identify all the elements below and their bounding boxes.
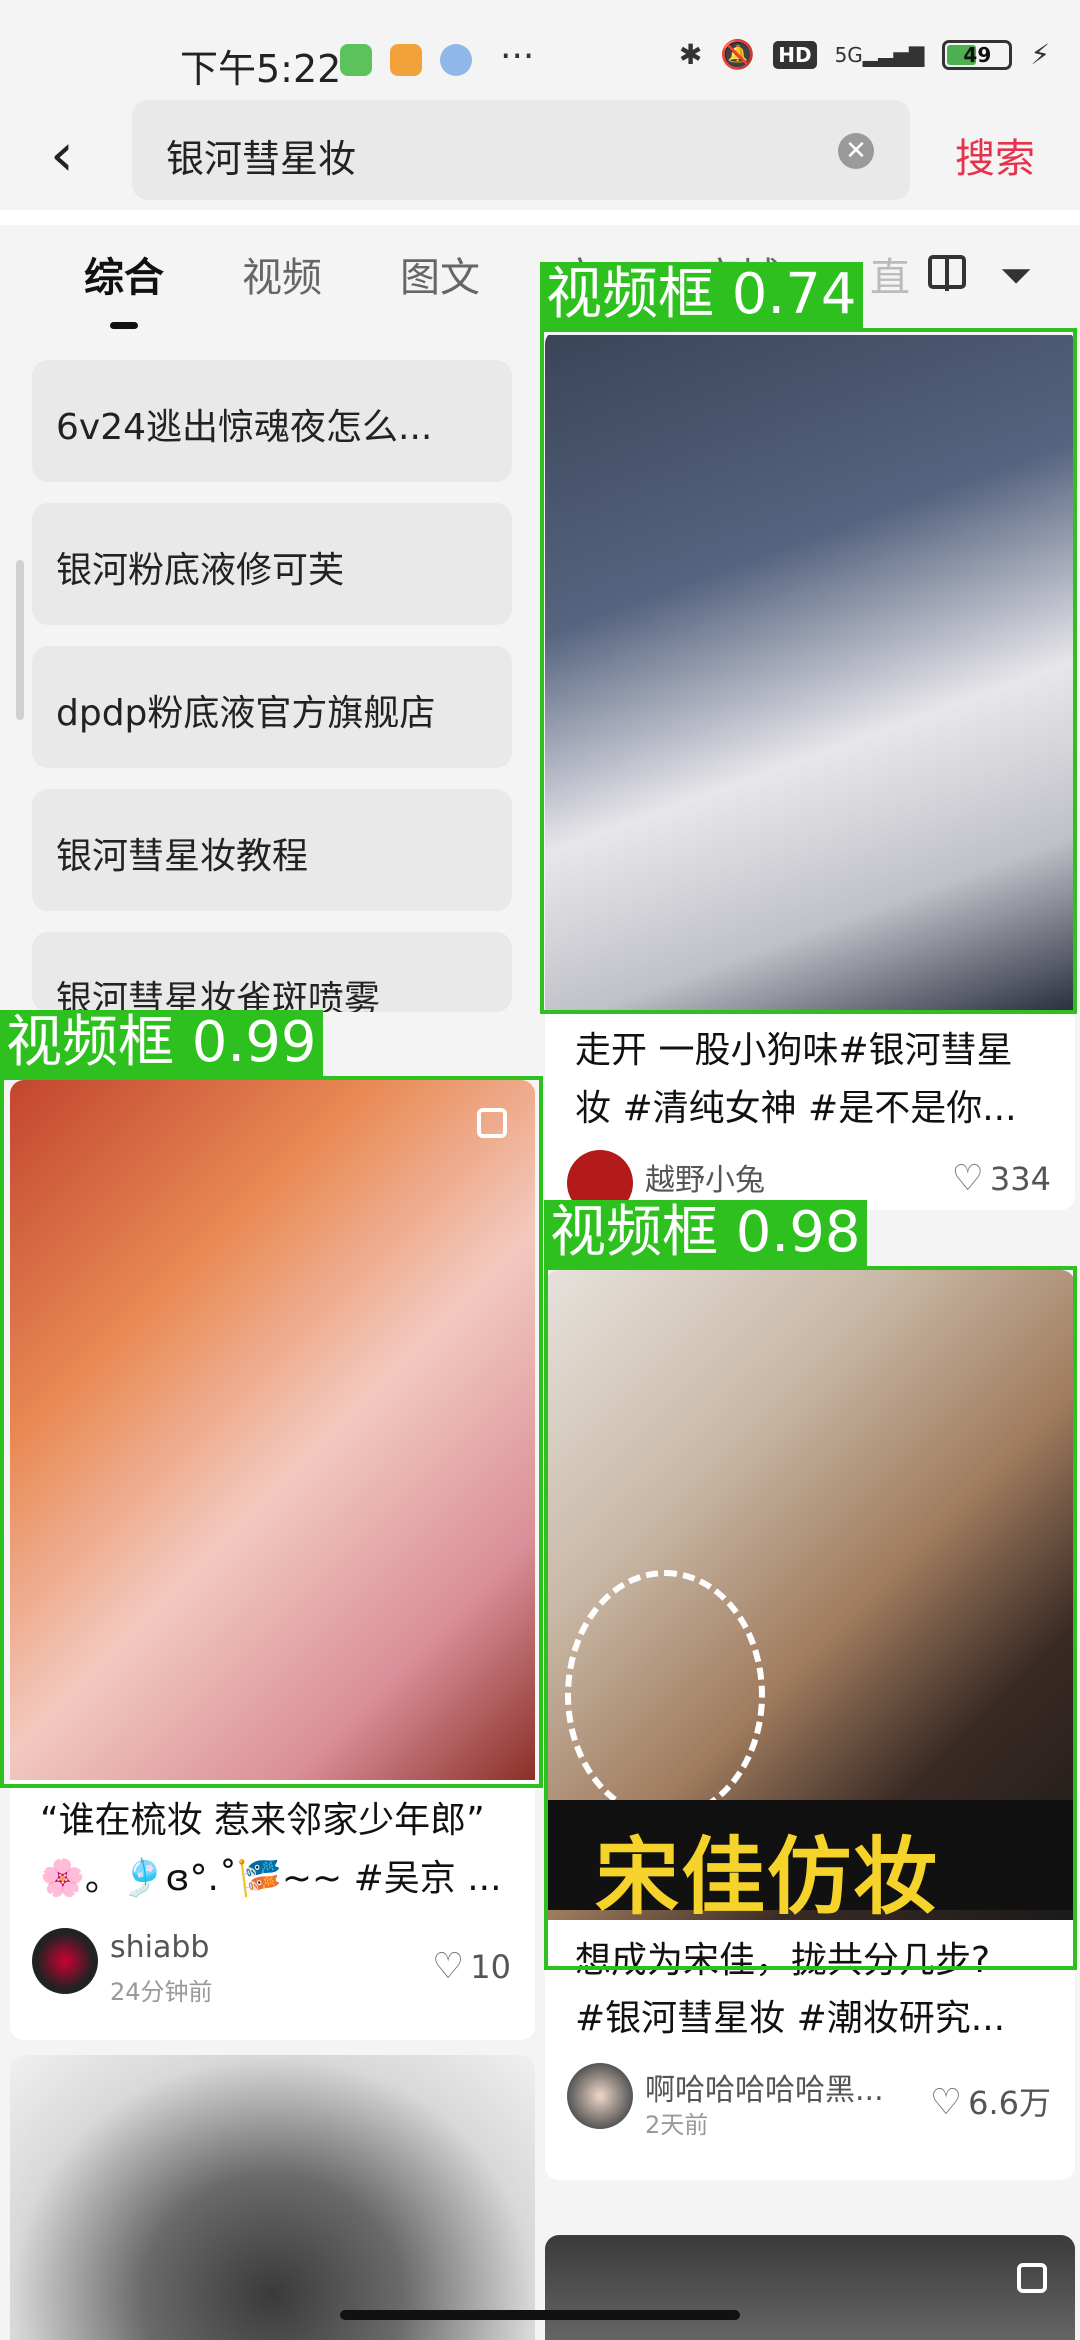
avatar[interactable] [32, 1928, 98, 1994]
tab-video[interactable]: 视频 [242, 245, 322, 303]
tab-live[interactable]: 直 [870, 245, 910, 303]
tab-image-text[interactable]: 图文 [400, 245, 480, 303]
heart-icon[interactable]: ♡ [432, 1946, 464, 1987]
like-count[interactable]: ♡ 334 [952, 1158, 1051, 1199]
video-type-icon [1017, 2263, 1047, 2293]
detection-label: 视频框 0.74 [540, 262, 863, 328]
card-title: 走开 一股小狗味#银河彗星 妆 #清纯女神 #是不是你... [575, 1022, 1051, 1138]
heart-icon[interactable]: ♡ [930, 2082, 962, 2123]
author-name[interactable]: shiabb [110, 1930, 209, 1965]
detection-box [544, 1266, 1077, 1970]
post-time: 24分钟前 [110, 1978, 213, 2006]
author-name[interactable]: 越野小兔 [645, 1155, 765, 1199]
charging-icon: ⚡ [1030, 38, 1050, 71]
suggestion-item[interactable]: 6v24逃出惊魂夜怎么... [32, 360, 512, 482]
video-card[interactable] [10, 2055, 535, 2340]
mute-icon: 🔕 [720, 38, 756, 71]
like-count[interactable]: ♡ 6.6万 [930, 2078, 1051, 2124]
like-value: 6.6万 [968, 2084, 1051, 2122]
like-value: 334 [989, 1160, 1051, 1198]
app-notification-icon [440, 44, 472, 76]
author-name[interactable]: 啊哈哈哈哈哈黑... [645, 2065, 915, 2109]
like-value: 10 [470, 1948, 511, 1986]
filter-icon[interactable]: ⏷ [1000, 253, 1032, 299]
back-arrow-icon[interactable]: ‹ [50, 120, 74, 190]
app-notification-icon [340, 44, 372, 76]
tab-comprehensive[interactable]: 综合 [84, 245, 164, 303]
detection-label: 视频框 0.98 [544, 1200, 867, 1266]
post-time: 2天前 [645, 2111, 709, 2139]
search-header: ‹ 银河彗星妆 ✕ 搜索 [0, 100, 1080, 210]
more-notifications-icon: ··· [500, 36, 535, 77]
avatar[interactable] [567, 2063, 633, 2129]
card-title-line: #银河彗星妆 #潮妆研究... [575, 1998, 1006, 2039]
card-title: “谁在梳妆 惹来邻家少年郎” 🌸。🎐ɞ°.˚🎏~~ #吴京 ... [40, 1792, 511, 1908]
video-thumbnail[interactable] [10, 2055, 535, 2340]
search-query[interactable]: 银河彗星妆 [166, 128, 356, 183]
home-indicator[interactable] [340, 2310, 740, 2320]
card-title-line: 妆 #清纯女神 #是不是你... [575, 1088, 1017, 1129]
layout-toggle-icon[interactable] [928, 255, 966, 291]
like-count[interactable]: ♡ 10 [432, 1946, 511, 1987]
battery-icon: 49 [942, 39, 1013, 70]
video-card[interactable] [545, 2235, 1075, 2340]
heart-icon[interactable]: ♡ [952, 1158, 984, 1199]
signal-icon: 5G▂▃▅▇ [834, 42, 925, 67]
network-type: 5G [834, 42, 863, 67]
search-button[interactable]: 搜索 [955, 126, 1035, 184]
suggestion-item[interactable]: 银河粉底液修可芙 [32, 503, 512, 625]
search-input[interactable]: 银河彗星妆 ✕ [132, 100, 910, 200]
detection-box [0, 1076, 543, 1788]
suggestion-item[interactable]: dpdp粉底液官方旗舰店 [32, 646, 512, 768]
bluetooth-icon: ✱ [678, 38, 703, 71]
card-title-line: 🌸。🎐ɞ°.˚🎏~~ #吴京 ... [40, 1858, 502, 1899]
status-right-group: ✱ 🔕 HD 5G▂▃▅▇ 49 ⚡ [679, 38, 1050, 71]
card-title-line: 走开 一股小狗味#银河彗星 [575, 1030, 1013, 1071]
active-tab-indicator [110, 322, 138, 329]
card-title-line: “谁在梳妆 惹来邻家少年郎” [40, 1800, 485, 1841]
app-notification-icon [390, 44, 422, 76]
battery-level: 49 [963, 42, 992, 67]
status-time: 下午5:22 [180, 47, 342, 91]
suggestion-item[interactable]: 银河彗星妆雀斑喷雾 [32, 932, 512, 1012]
scrollbar[interactable] [16, 560, 24, 720]
clear-icon[interactable]: ✕ [838, 133, 874, 169]
suggestion-item[interactable]: 银河彗星妆教程 [32, 789, 512, 911]
detection-label: 视频框 0.99 [0, 1010, 323, 1076]
video-thumbnail[interactable] [545, 2235, 1075, 2340]
hd-badge: HD [773, 40, 817, 69]
detection-box [540, 328, 1077, 1014]
